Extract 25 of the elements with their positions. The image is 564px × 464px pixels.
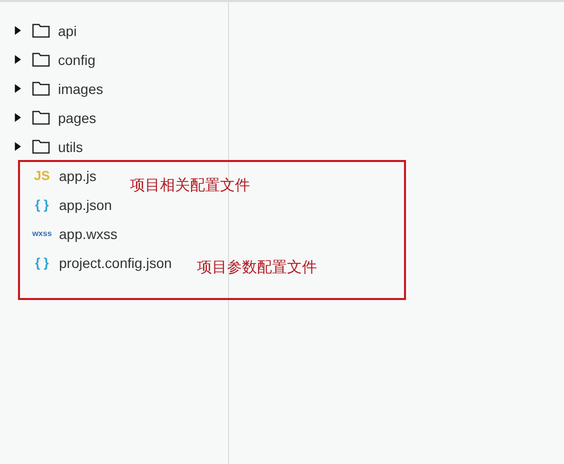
file-type-icon: { } (30, 197, 54, 212)
folder-icon (32, 81, 50, 96)
file-type-icon: { } (30, 255, 54, 270)
folder-name[interactable]: utils (58, 138, 83, 154)
folder-name[interactable]: images (58, 80, 104, 96)
folder-icon (32, 52, 50, 67)
file-name[interactable]: project.config.json (59, 254, 172, 270)
folder-name[interactable]: pages (58, 110, 96, 126)
file-type-icon: wxss (30, 229, 54, 238)
expand-triangle-icon[interactable] (14, 55, 21, 64)
expand-triangle-icon[interactable] (14, 142, 21, 151)
expand-triangle-icon[interactable] (14, 26, 21, 35)
file-name[interactable]: app.json (59, 196, 112, 212)
file-name[interactable]: app.js (59, 168, 96, 184)
folder-icon (32, 139, 50, 154)
expand-triangle-icon[interactable] (14, 113, 21, 122)
annotation-text: 项目相关配置文件 (130, 176, 250, 195)
folder-icon (32, 110, 50, 125)
file-type-icon: JS (30, 168, 54, 183)
folder-name[interactable]: config (58, 52, 96, 68)
file-name[interactable]: app.wxss (59, 226, 118, 242)
folder-icon (32, 23, 50, 38)
annotation-text: 项目参数配置文件 (197, 258, 317, 277)
expand-triangle-icon[interactable] (14, 84, 21, 93)
folder-name[interactable]: api (58, 22, 77, 38)
